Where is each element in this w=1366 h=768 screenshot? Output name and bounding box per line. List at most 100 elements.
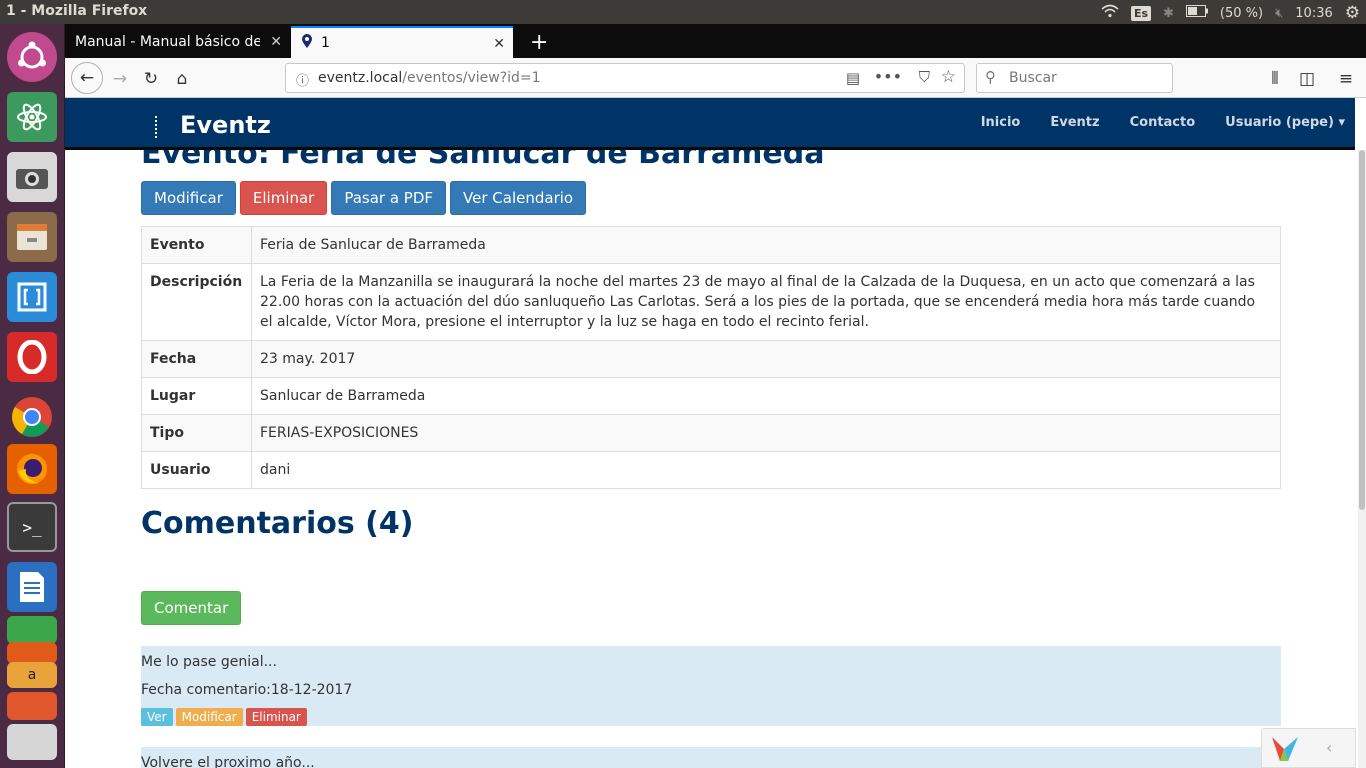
libreoffice-writer-icon[interactable] bbox=[7, 562, 57, 612]
row-label: Fecha bbox=[141, 340, 252, 378]
nav-user-dropdown[interactable]: Usuario (pepe) ▾ bbox=[1225, 115, 1345, 130]
comment-text: Volvere el proximo año... bbox=[141, 755, 315, 768]
clock[interactable]: 10:36 bbox=[1295, 6, 1332, 21]
bluetooth-icon[interactable]: ✱ bbox=[1163, 6, 1174, 21]
row-label: Descripción bbox=[141, 263, 252, 341]
site-brand[interactable]: Eventz bbox=[180, 111, 271, 139]
opera-browser-icon[interactable] bbox=[7, 332, 57, 382]
new-tab-button[interactable]: + bbox=[520, 26, 560, 58]
add-comment-button[interactable]: Comentar bbox=[141, 591, 242, 625]
library-icon[interactable]: ⫴ bbox=[1262, 66, 1288, 92]
ubuntu-launcher: >_ a bbox=[0, 24, 65, 768]
software-center-icon[interactable] bbox=[7, 692, 57, 720]
system-settings-icon[interactable] bbox=[7, 724, 57, 760]
chevron-left-icon[interactable]: ‹ bbox=[1326, 738, 1332, 757]
row-value: Sanlucar de Barrameda bbox=[251, 377, 1281, 415]
home-button[interactable]: ⌂ bbox=[169, 66, 195, 92]
event-detail-table: Evento Feria de Sanlucar de Barrameda De… bbox=[141, 226, 1281, 489]
web-page: Eventz Inicio Eventz Contacto Usuario (p… bbox=[65, 98, 1366, 768]
terminal-icon[interactable]: >_ bbox=[7, 502, 57, 552]
window-title: 1 - Mozilla Firefox bbox=[6, 3, 148, 19]
close-tab-icon[interactable]: ✕ bbox=[493, 36, 505, 52]
yii-debug-toolbar[interactable]: ‹ bbox=[1261, 728, 1356, 768]
table-row: Fecha 23 may. 2017 bbox=[141, 340, 1281, 378]
url-bar[interactable]: ⓘ eventz.local/eventos/view?id=1 ▤ ••• ⛉… bbox=[285, 63, 965, 93]
browser-tab[interactable]: Manual - Manual básico de ( ✕ bbox=[65, 26, 290, 58]
page-scrollbar[interactable] bbox=[1358, 150, 1366, 768]
firefox-browser-icon[interactable] bbox=[7, 444, 57, 494]
comment-item: Volvere el proximo año... bbox=[141, 747, 1281, 768]
site-nav-links: Inicio Eventz Contacto Usuario (pepe) ▾ bbox=[981, 115, 1345, 130]
close-tab-icon[interactable]: ✕ bbox=[270, 34, 282, 50]
settings-gear-icon[interactable]: ⚙ bbox=[1345, 3, 1360, 23]
table-row: Descripción La Feria de la Manzanilla se… bbox=[141, 263, 1281, 341]
page-actions-icon[interactable]: ••• bbox=[874, 67, 902, 86]
row-value: 23 may. 2017 bbox=[251, 340, 1281, 378]
row-label: Lugar bbox=[141, 377, 252, 415]
row-value: dani bbox=[251, 451, 1281, 489]
yii-logo-icon[interactable] bbox=[1270, 735, 1300, 767]
wifi-icon[interactable] bbox=[1101, 4, 1119, 22]
battery-icon[interactable] bbox=[1185, 5, 1208, 21]
bookmark-star-icon[interactable]: ☆ bbox=[941, 67, 956, 87]
search-placeholder: Buscar bbox=[1009, 70, 1057, 86]
forward-button[interactable]: → bbox=[107, 66, 133, 92]
table-row: Lugar Sanlucar de Barrameda bbox=[141, 377, 1281, 415]
tab-title: Manual - Manual básico de ( bbox=[75, 34, 260, 50]
tab-title: 1 bbox=[321, 35, 330, 51]
site-navbar: Eventz Inicio Eventz Contacto Usuario (p… bbox=[65, 98, 1355, 150]
comment-actions: Ver Modificar Eliminar bbox=[141, 708, 1281, 726]
reload-button[interactable]: ↻ bbox=[138, 66, 164, 92]
browser-tab-active[interactable]: 1 ✕ bbox=[291, 26, 513, 58]
battery-percent: (50 %) bbox=[1219, 5, 1264, 21]
menu-hamburger-icon[interactable]: ≡ bbox=[1333, 66, 1359, 92]
sidebar-toggle-icon[interactable]: ◫ bbox=[1294, 66, 1320, 92]
browser-toolbar: ← → ↻ ⌂ ⓘ eventz.local/eventos/view?id=1… bbox=[65, 58, 1366, 98]
modify-comment-button[interactable]: Modificar bbox=[175, 708, 243, 726]
search-bar[interactable]: ⚲ Buscar bbox=[976, 63, 1173, 93]
volume-muted-icon[interactable]: 🔇︎ bbox=[1275, 6, 1283, 21]
reader-view-icon[interactable]: ▤ bbox=[846, 69, 860, 87]
modify-button[interactable]: Modificar bbox=[141, 181, 236, 215]
event-action-buttons: Modificar Eliminar Pasar a PDF Ver Calen… bbox=[141, 181, 587, 215]
comments-heading: Comentarios (4) bbox=[141, 506, 414, 541]
table-row: Evento Feria de Sanlucar de Barrameda bbox=[141, 226, 1281, 264]
location-pin-icon bbox=[301, 33, 313, 53]
back-button[interactable]: ← bbox=[71, 62, 103, 94]
view-calendar-button[interactable]: Ver Calendario bbox=[450, 181, 587, 215]
camera-app-icon[interactable] bbox=[7, 152, 57, 202]
chrome-browser-icon[interactable] bbox=[7, 392, 57, 442]
keyboard-layout-indicator[interactable]: Es bbox=[1130, 5, 1151, 21]
site-info-icon[interactable]: ⓘ bbox=[296, 70, 309, 89]
row-value: FERIAS-EXPOSICIONES bbox=[251, 414, 1281, 452]
nav-link-contacto[interactable]: Contacto bbox=[1130, 115, 1196, 130]
file-manager-icon[interactable] bbox=[7, 212, 57, 262]
system-top-panel: 1 - Mozilla Firefox Es ✱ (50 %) 🔇︎ 10:36… bbox=[0, 0, 1366, 24]
delete-comment-button[interactable]: Eliminar bbox=[245, 708, 307, 726]
search-icon: ⚲ bbox=[985, 68, 996, 86]
comment-item: Me lo pase genial... Fecha comentario:18… bbox=[141, 646, 1281, 726]
pocket-icon[interactable]: ⛉ bbox=[919, 68, 930, 86]
nav-link-eventz[interactable]: Eventz bbox=[1050, 115, 1099, 130]
brackets-editor-icon[interactable] bbox=[7, 272, 57, 322]
navbar-toggle[interactable] bbox=[155, 116, 158, 138]
view-comment-button[interactable]: Ver bbox=[141, 708, 173, 726]
comment-text: Me lo pase genial... bbox=[141, 654, 277, 670]
export-pdf-button[interactable]: Pasar a PDF bbox=[331, 181, 447, 215]
row-label: Tipo bbox=[141, 414, 252, 452]
libreoffice-impress-icon[interactable] bbox=[7, 642, 57, 664]
table-row: Usuario dani bbox=[141, 451, 1281, 489]
browser-tab-strip: Manual - Manual básico de ( ✕ 1 ✕ + bbox=[65, 24, 1366, 58]
scrollbar-thumb[interactable] bbox=[1359, 150, 1365, 510]
nav-link-inicio[interactable]: Inicio bbox=[981, 115, 1021, 130]
url-text: eventz.local/eventos/view?id=1 bbox=[318, 70, 541, 86]
amazon-app-icon[interactable]: a bbox=[7, 662, 57, 688]
row-label: Evento bbox=[141, 226, 252, 264]
system-tray: Es ✱ (50 %) 🔇︎ 10:36 ⚙ bbox=[1101, 3, 1360, 23]
atom-editor-icon[interactable] bbox=[7, 92, 57, 142]
libreoffice-calc-icon[interactable] bbox=[7, 616, 57, 644]
comment-date: Fecha comentario:18-12-2017 bbox=[141, 682, 353, 698]
delete-button[interactable]: Eliminar bbox=[239, 181, 328, 215]
row-label: Usuario bbox=[141, 451, 252, 489]
ubuntu-dash-icon[interactable] bbox=[7, 32, 57, 82]
